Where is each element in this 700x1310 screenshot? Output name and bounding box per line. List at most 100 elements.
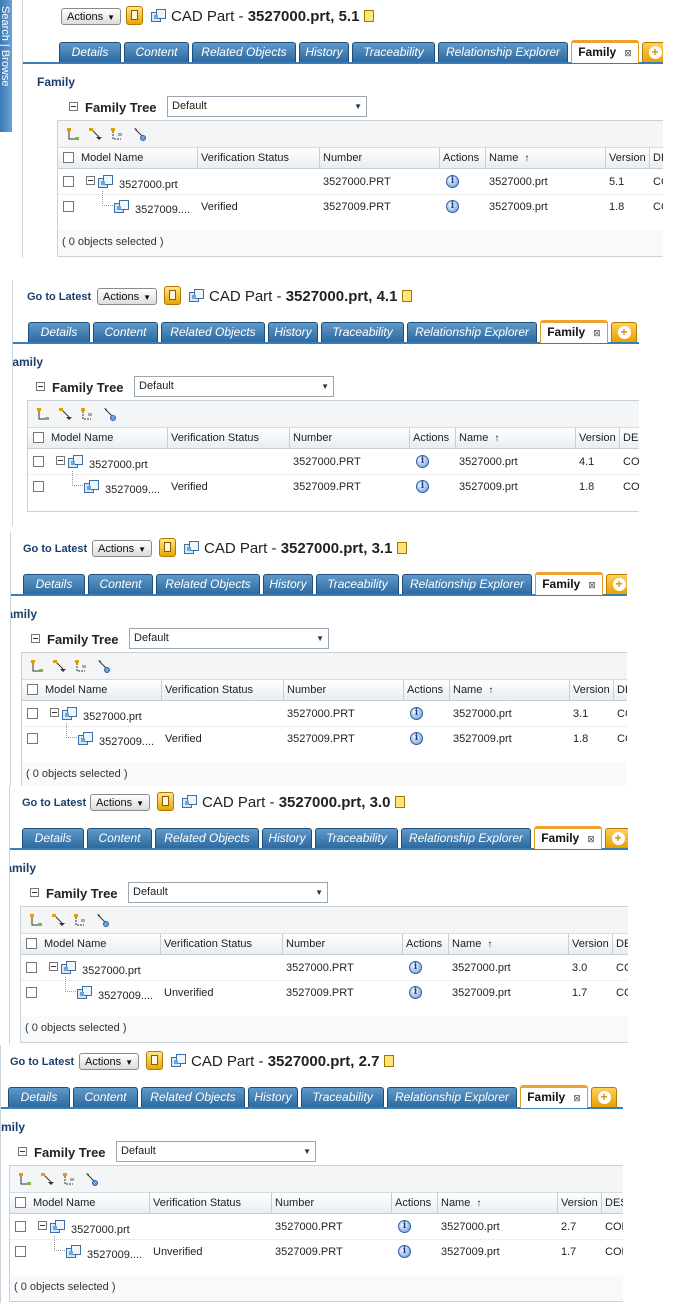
info-icon[interactable]: i xyxy=(410,732,423,745)
table-row[interactable]: 3527009.... Unverified 3527009.PRT i 3527009… xyxy=(10,1236,623,1267)
column-header[interactable]: Version xyxy=(606,148,650,168)
tab-related-objects[interactable]: Related Objects xyxy=(155,828,259,848)
notepad-icon[interactable] xyxy=(402,290,413,302)
column-header[interactable]: Verification Status xyxy=(150,1193,272,1213)
info-icon[interactable]: i xyxy=(410,707,423,720)
tab-traceability[interactable]: Traceability xyxy=(321,322,404,342)
tree-view-icon[interactable] xyxy=(74,659,88,673)
tab-family[interactable]: Family ⊠ xyxy=(540,320,608,343)
column-header[interactable]: Number xyxy=(283,934,403,954)
notepad-icon[interactable] xyxy=(395,796,406,808)
actions-menu-button[interactable]: Actions ▼ xyxy=(61,8,121,25)
collapse-icon[interactable] xyxy=(69,102,78,111)
column-header[interactable]: Actions xyxy=(392,1193,438,1213)
insert-sibling-icon[interactable] xyxy=(88,127,102,141)
select-all-checkbox[interactable] xyxy=(27,684,38,695)
tab-history[interactable]: History xyxy=(268,322,318,342)
add-tab-button[interactable]: + xyxy=(611,322,637,342)
tab-details[interactable]: Details xyxy=(8,1087,70,1107)
go-to-latest-link[interactable]: Go to Latest xyxy=(22,797,86,809)
model-name[interactable]: 3527009.... xyxy=(96,730,165,754)
table-row[interactable]: 3527009.... Verified 3527009.PRT i 3527009.p… xyxy=(28,471,639,502)
collapse-icon[interactable] xyxy=(86,176,95,185)
tab-content[interactable]: Content xyxy=(87,828,152,848)
tab-content[interactable]: Content xyxy=(88,574,153,594)
tab-traceability[interactable]: Traceability xyxy=(301,1087,384,1107)
info-icon[interactable]: i xyxy=(416,455,429,468)
tab-traceability[interactable]: Traceability xyxy=(352,42,435,62)
part-name[interactable]: 3527009.prt xyxy=(438,1240,561,1264)
select-all-checkbox[interactable] xyxy=(15,1197,26,1208)
go-to-latest-link[interactable]: Go to Latest xyxy=(10,1056,74,1068)
tab-related-objects[interactable]: Related Objects xyxy=(141,1087,245,1107)
insert-child-icon[interactable] xyxy=(29,913,43,927)
part-name[interactable]: 3527009.prt xyxy=(449,981,572,1005)
close-icon[interactable]: ⊠ xyxy=(624,48,632,58)
tab-relationship-explorer[interactable]: Relationship Explorer xyxy=(407,322,537,342)
row-checkbox[interactable] xyxy=(26,962,37,973)
go-to-latest-link[interactable]: Go to Latest xyxy=(23,543,87,555)
column-header[interactable]: Actions xyxy=(403,934,449,954)
column-header[interactable]: DESCR xyxy=(650,148,663,168)
collapse-icon[interactable] xyxy=(36,382,45,391)
family-tree-select[interactable]: Default ▼ xyxy=(129,628,329,649)
column-header[interactable]: Number xyxy=(284,680,404,700)
info-icon[interactable]: i xyxy=(416,480,429,493)
info-icon[interactable]: i xyxy=(409,961,422,974)
notepad-icon[interactable] xyxy=(384,1055,395,1067)
add-tab-button[interactable]: + xyxy=(605,828,628,848)
tab-details[interactable]: Details xyxy=(28,322,90,342)
add-tab-button[interactable]: + xyxy=(642,42,663,62)
column-header[interactable]: Version xyxy=(570,680,614,700)
tree-view-icon[interactable] xyxy=(110,127,124,141)
model-name[interactable]: 3527009.... xyxy=(102,478,171,502)
info-icon[interactable]: i xyxy=(398,1245,411,1258)
select-all-checkbox[interactable] xyxy=(26,938,37,949)
column-header[interactable]: Actions xyxy=(410,428,456,448)
model-name[interactable]: 3527009.... xyxy=(84,1243,153,1267)
tab-family[interactable]: Family ⊠ xyxy=(571,40,639,63)
actions-menu-button[interactable]: Actions ▼ xyxy=(97,288,157,305)
tab-related-objects[interactable]: Related Objects xyxy=(156,574,260,594)
info-icon[interactable]: i xyxy=(446,200,459,213)
filter-icon[interactable] xyxy=(132,127,146,141)
notepad-icon[interactable] xyxy=(364,10,375,22)
part-name[interactable]: 3527000.prt xyxy=(438,1215,561,1239)
tab-family[interactable]: Family ⊠ xyxy=(535,572,603,595)
column-header[interactable]: Number xyxy=(290,428,410,448)
column-header[interactable]: DES xyxy=(602,1193,623,1213)
actions-menu-button[interactable]: Actions ▼ xyxy=(92,540,152,557)
filter-icon[interactable] xyxy=(102,407,116,421)
column-header[interactable]: DES xyxy=(620,428,639,448)
insert-sibling-icon[interactable] xyxy=(52,659,66,673)
row-checkbox[interactable] xyxy=(63,201,74,212)
add-tab-button[interactable]: + xyxy=(606,574,627,594)
clipboard-icon[interactable] xyxy=(146,1051,163,1070)
insert-child-icon[interactable] xyxy=(18,1172,32,1186)
column-header[interactable]: Model Name xyxy=(42,680,162,700)
column-header[interactable]: Version xyxy=(558,1193,602,1213)
column-header[interactable]: Verification Status xyxy=(161,934,283,954)
info-icon[interactable]: i xyxy=(446,175,459,188)
tab-relationship-explorer[interactable]: Relationship Explorer xyxy=(401,828,531,848)
collapse-icon[interactable] xyxy=(31,634,40,643)
collapse-icon[interactable] xyxy=(30,888,39,897)
tab-family[interactable]: Family ⊠ xyxy=(534,826,602,849)
table-row[interactable]: 3527000.prt3527000.PRTi3527000.prt3.1CC xyxy=(22,702,627,726)
row-checkbox[interactable] xyxy=(33,481,44,492)
column-header[interactable]: Verification Status xyxy=(168,428,290,448)
clipboard-icon[interactable] xyxy=(159,538,176,557)
tab-details[interactable]: Details xyxy=(59,42,121,62)
tab-content[interactable]: Content xyxy=(124,42,189,62)
collapse-icon[interactable] xyxy=(56,456,65,465)
part-name[interactable]: 3527000.prt xyxy=(486,170,609,194)
row-checkbox[interactable] xyxy=(15,1246,26,1257)
row-checkbox[interactable] xyxy=(33,456,44,467)
tab-content[interactable]: Content xyxy=(73,1087,138,1107)
tab-history[interactable]: History xyxy=(299,42,349,62)
add-tab-button[interactable]: + xyxy=(591,1087,617,1107)
insert-sibling-icon[interactable] xyxy=(58,407,72,421)
filter-icon[interactable] xyxy=(96,659,110,673)
column-header[interactable]: Actions xyxy=(404,680,450,700)
column-header[interactable]: Name ↑ xyxy=(449,934,569,954)
